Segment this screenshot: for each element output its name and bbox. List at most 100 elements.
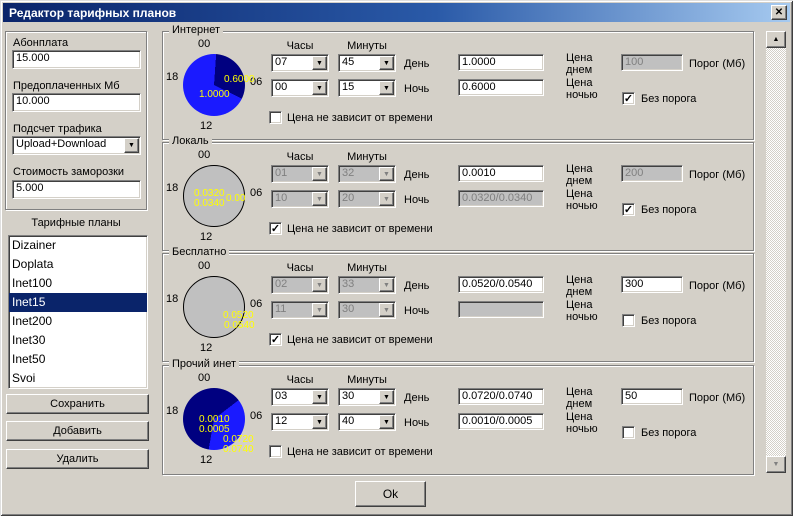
night-minute-combo[interactable]: 15 ▼ <box>338 79 396 97</box>
traffic-count-label: Подсчет трафика <box>13 123 102 135</box>
combo-dropdown-button[interactable]: ▼ <box>312 56 327 70</box>
tariff-plans-listbox[interactable]: Dizainer Doplata Inet100 Inet15 Inet200 … <box>8 235 148 389</box>
day-price-label: Цена днем <box>566 163 610 187</box>
night-minute-combo[interactable]: 30 ▼ <box>338 301 396 319</box>
night-minute-combo[interactable]: 20 ▼ <box>338 190 396 208</box>
combo-dropdown-button[interactable]: ▼ <box>379 303 394 317</box>
list-item[interactable]: Inet200 <box>9 312 147 331</box>
list-item[interactable]: Svoi <box>9 369 147 388</box>
combo-dropdown-button[interactable]: ▼ <box>124 138 139 153</box>
prepaid-mb-input[interactable]: 10.000 <box>12 93 141 112</box>
combo-dropdown-button[interactable]: ▼ <box>379 192 394 206</box>
billing-fields-group: Абонплата 15.000 Предоплаченных Мб 10.00… <box>5 31 147 210</box>
day-price-input[interactable]: 1.0000 <box>458 54 544 71</box>
threshold-input[interactable]: 100 <box>621 54 683 71</box>
combo-dropdown-button[interactable]: ▼ <box>379 56 394 70</box>
list-item[interactable]: Dizainer <box>9 236 147 255</box>
night-minute-value: 20 <box>342 192 354 204</box>
list-item[interactable]: Doplata <box>9 255 147 274</box>
night-hour-combo[interactable]: 12 ▼ <box>271 413 329 431</box>
title-bar[interactable]: Редактор тарифных планов ✕ <box>3 3 790 22</box>
combo-dropdown-button[interactable]: ▼ <box>312 167 327 181</box>
night-label: Ночь <box>404 305 429 317</box>
time-independent-checkbox[interactable]: ✓ <box>269 111 282 124</box>
clock-label-00: 00 <box>198 38 210 50</box>
day-minute-combo[interactable]: 30 ▼ <box>338 388 396 406</box>
combo-dropdown-button[interactable]: ▼ <box>312 81 327 95</box>
time-independent-checkbox[interactable]: ✓ <box>269 222 282 235</box>
day-price-label: Цена днем <box>566 52 610 76</box>
combo-dropdown-button[interactable]: ▼ <box>379 278 394 292</box>
day-price-input[interactable]: 0.0720/0.0740 <box>458 388 544 405</box>
combo-dropdown-button[interactable]: ▼ <box>312 192 327 206</box>
threshold-input[interactable]: 50 <box>621 388 683 405</box>
day-price-input[interactable]: 0.0520/0.0540 <box>458 276 544 293</box>
day-price-input[interactable]: 0.0010 <box>458 165 544 182</box>
chevron-down-icon: ▼ <box>316 282 323 289</box>
window-title: Редактор тарифных планов <box>9 6 771 20</box>
tariff-category-group-2: Бесплатно 00 06 12 18 0.05200.0540 Часы … <box>162 253 754 362</box>
time-independent-checkbox[interactable]: ✓ <box>269 333 282 346</box>
night-hour-combo[interactable]: 11 ▼ <box>271 301 329 319</box>
day-minute-combo[interactable]: 45 ▼ <box>338 54 396 72</box>
close-button[interactable]: ✕ <box>771 5 787 20</box>
subscription-fee-input[interactable]: 15.000 <box>12 50 141 69</box>
ok-button[interactable]: Ok <box>355 481 426 507</box>
night-price-input[interactable]: 0.0010/0.0005 <box>458 413 544 430</box>
day-minute-combo[interactable]: 33 ▼ <box>338 276 396 294</box>
combo-dropdown-button[interactable]: ▼ <box>379 167 394 181</box>
traffic-count-combo[interactable]: Upload+Download ▼ <box>12 136 141 155</box>
day-hour-combo[interactable]: 01 ▼ <box>271 165 329 183</box>
no-threshold-label: Без порога <box>641 315 696 327</box>
scroll-up-button[interactable]: ▲ <box>766 31 786 48</box>
scroll-track[interactable] <box>766 48 786 456</box>
list-item[interactable]: Inet30 <box>9 331 147 350</box>
no-threshold-label: Без порога <box>641 427 696 439</box>
no-threshold-checkbox[interactable]: ✓ <box>622 314 635 327</box>
minutes-header: Минуты <box>338 151 396 163</box>
tariff-groups-area: Интернет 00 06 12 18 0.60001.0000 Часы М… <box>162 31 754 475</box>
save-button[interactable]: Сохранить <box>6 394 149 414</box>
no-threshold-checkbox[interactable]: ✓ <box>622 203 635 216</box>
day-minute-combo[interactable]: 32 ▼ <box>338 165 396 183</box>
hours-header: Часы <box>271 40 329 52</box>
night-minute-value: 40 <box>342 415 354 427</box>
combo-dropdown-button[interactable]: ▼ <box>312 278 327 292</box>
clock-label-00: 00 <box>198 372 210 384</box>
night-price-label: Цена ночью <box>566 411 610 435</box>
combo-dropdown-button[interactable]: ▼ <box>312 390 327 404</box>
chevron-down-icon: ▼ <box>383 419 390 426</box>
close-icon: ✕ <box>775 7 783 18</box>
add-button[interactable]: Добавить <box>6 421 149 441</box>
delete-button[interactable]: Удалить <box>6 449 149 469</box>
list-item[interactable]: Inet100 <box>9 274 147 293</box>
day-label: День <box>404 58 429 70</box>
day-hour-combo[interactable]: 02 ▼ <box>271 276 329 294</box>
tariff-plans-title: Тарифные планы <box>5 217 147 229</box>
minutes-header: Минуты <box>338 262 396 274</box>
combo-dropdown-button[interactable]: ▼ <box>379 390 394 404</box>
night-price-input[interactable] <box>458 301 544 318</box>
combo-dropdown-button[interactable]: ▼ <box>312 415 327 429</box>
day-label: День <box>404 169 429 181</box>
vertical-scrollbar[interactable]: ▲ ▼ <box>766 31 786 473</box>
night-hour-combo[interactable]: 00 ▼ <box>271 79 329 97</box>
no-threshold-checkbox[interactable]: ✓ <box>622 92 635 105</box>
day-hour-combo[interactable]: 07 ▼ <box>271 54 329 72</box>
night-hour-combo[interactable]: 10 ▼ <box>271 190 329 208</box>
threshold-input[interactable]: 200 <box>621 165 683 182</box>
freeze-cost-input[interactable]: 5.000 <box>12 180 141 199</box>
list-item[interactable]: Inet50 <box>9 350 147 369</box>
no-threshold-checkbox[interactable]: ✓ <box>622 426 635 439</box>
night-minute-combo[interactable]: 40 ▼ <box>338 413 396 431</box>
list-item[interactable]: Inet15 <box>9 293 147 312</box>
night-price-input[interactable]: 0.6000 <box>458 79 544 96</box>
combo-dropdown-button[interactable]: ▼ <box>379 415 394 429</box>
combo-dropdown-button[interactable]: ▼ <box>312 303 327 317</box>
night-price-input[interactable]: 0.0320/0.0340 <box>458 190 544 207</box>
day-hour-combo[interactable]: 03 ▼ <box>271 388 329 406</box>
scroll-down-button[interactable]: ▼ <box>766 456 786 473</box>
time-independent-checkbox[interactable]: ✓ <box>269 445 282 458</box>
combo-dropdown-button[interactable]: ▼ <box>379 81 394 95</box>
threshold-input[interactable]: 300 <box>621 276 683 293</box>
